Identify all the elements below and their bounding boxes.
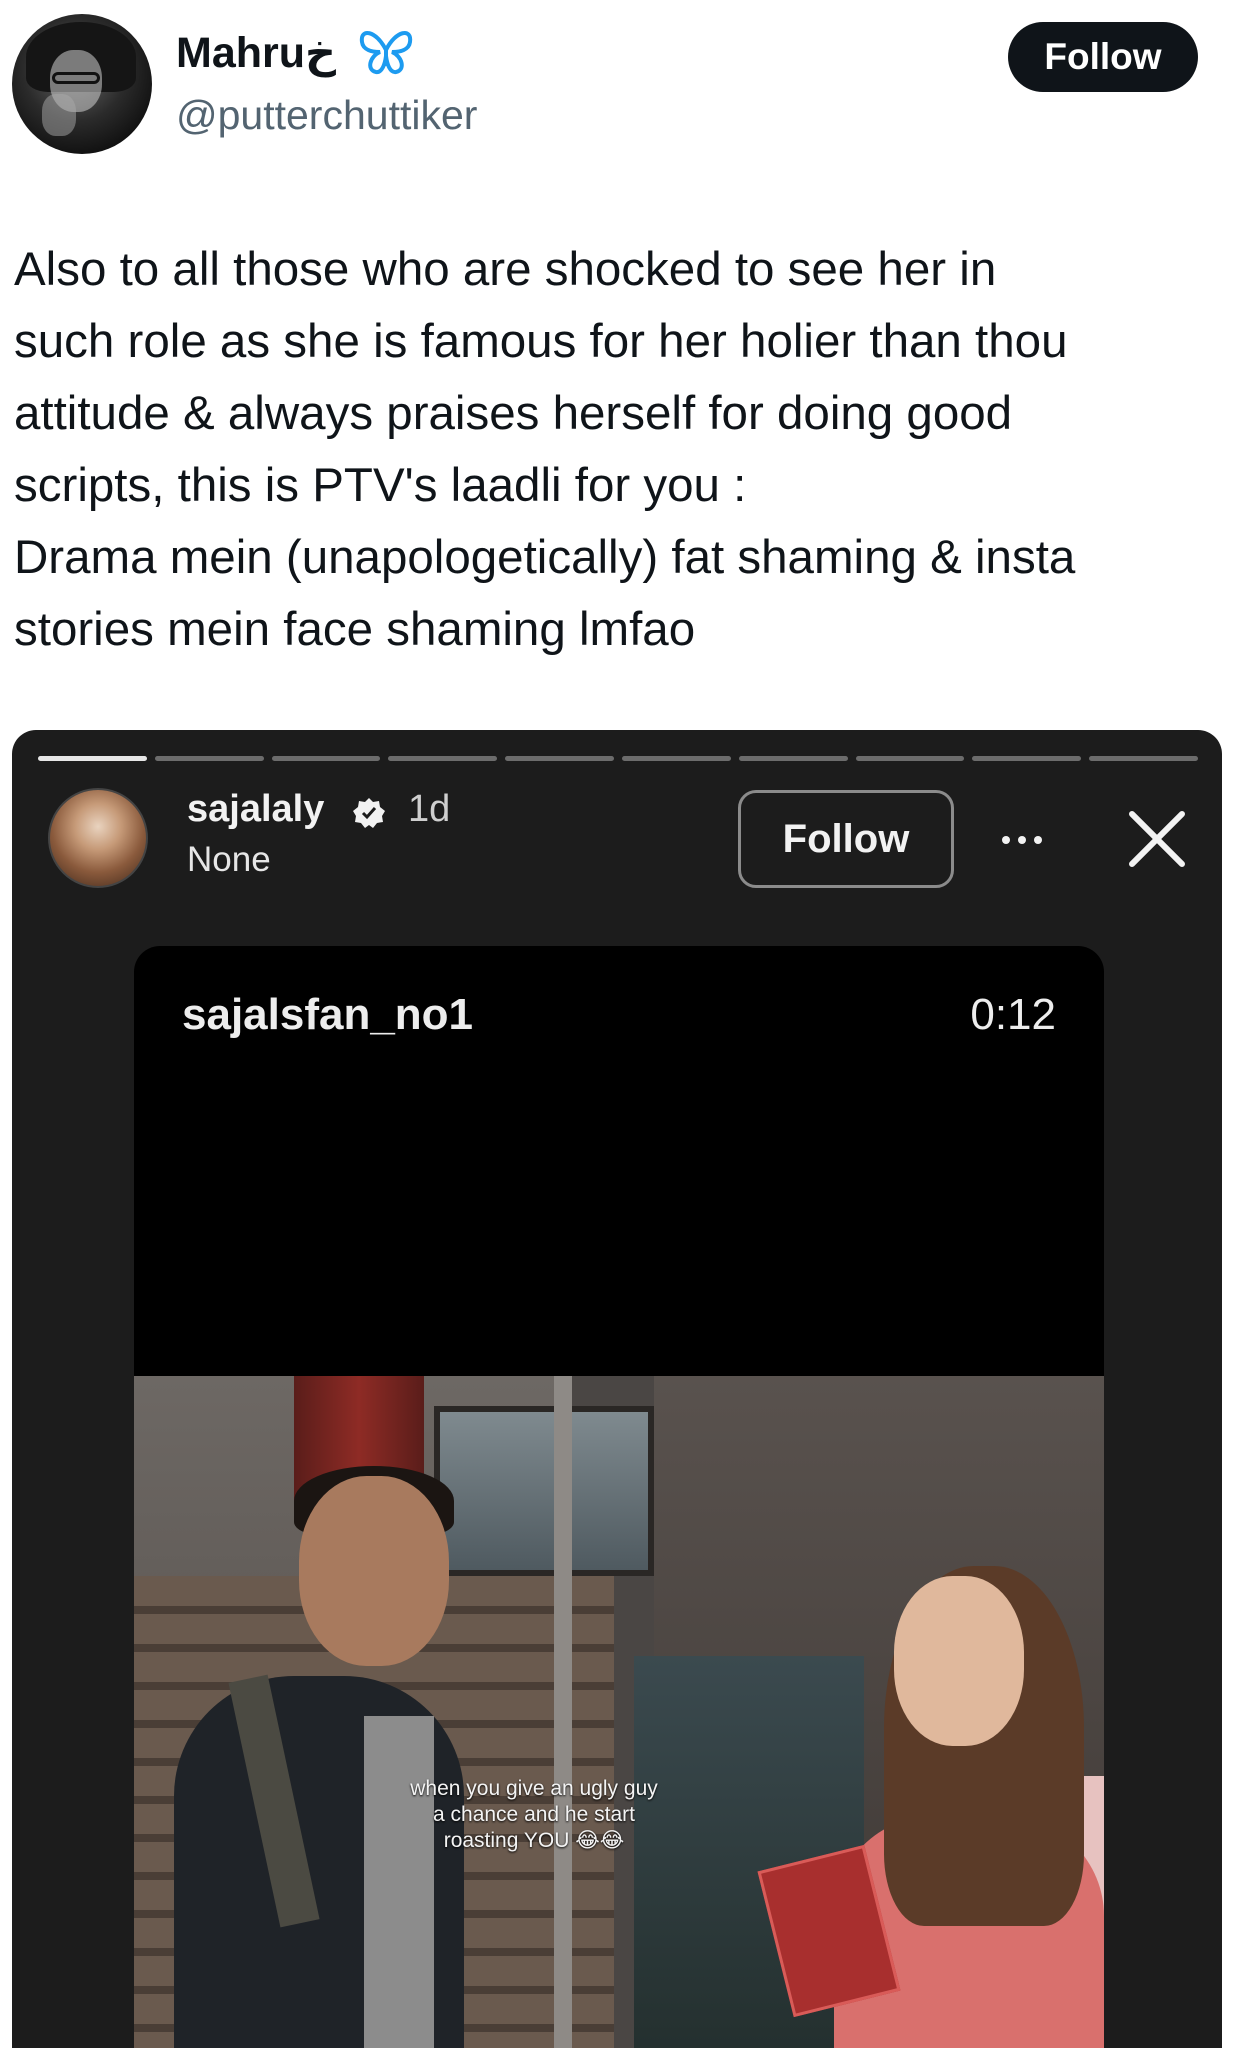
- reel-video[interactable]: sajalsfan_no1 0:12 when you give an ugly…: [134, 946, 1104, 2048]
- story-progress-segment: [621, 756, 731, 761]
- author-display-name[interactable]: Mahruخ: [176, 28, 336, 78]
- story-avatar[interactable]: [48, 788, 148, 888]
- more-dots-icon[interactable]: [1002, 820, 1062, 860]
- author-avatar[interactable]: [12, 14, 152, 154]
- tweet-text-line: Also to all those who are shocked to see…: [14, 243, 997, 296]
- tweet-text-line: Drama mein (unapologetically) fat shamin…: [14, 531, 1076, 584]
- tweet-text-line: such role as she is famous for her holie…: [14, 315, 1068, 368]
- story-follow-button[interactable]: Follow: [738, 790, 954, 888]
- video-frame: when you give an ugly guy a chance and h…: [134, 1376, 1104, 2048]
- tweet-text-line: attitude & always praises herself for do…: [14, 387, 1013, 440]
- story-username[interactable]: sajalaly: [187, 788, 324, 831]
- story-progress-bar: [38, 756, 1198, 762]
- reel-username: sajalsfan_no1: [182, 990, 474, 1039]
- close-icon[interactable]: [1122, 804, 1192, 874]
- caption-line: a chance and he start: [433, 1803, 635, 1826]
- reel-timer: 0:12: [970, 990, 1056, 1039]
- story-progress-segment: [38, 756, 147, 761]
- caption-line: roasting YOU 😂😂: [443, 1829, 625, 1852]
- story-progress-segment: [271, 756, 381, 761]
- story-timestamp: 1d: [408, 788, 451, 830]
- tweet-text-line: stories mein face shaming lmfao: [14, 603, 696, 656]
- story-progress-segment: [505, 756, 614, 761]
- story-subtitle: None: [187, 840, 271, 879]
- verified-badge-icon: [353, 798, 385, 828]
- story-progress-segment: [388, 756, 498, 761]
- tweet-text: Also to all those who are shocked to see…: [14, 234, 1224, 666]
- follow-button[interactable]: Follow: [1008, 22, 1198, 92]
- caption-line: when you give an ugly guy: [410, 1777, 658, 1800]
- story-progress-segment: [738, 756, 848, 761]
- video-caption: when you give an ugly guy a chance and h…: [384, 1776, 684, 1854]
- story-progress-segment: [972, 756, 1082, 761]
- author-handle[interactable]: @putterchuttiker: [176, 92, 477, 139]
- story-progress-segment: [855, 756, 965, 761]
- story-image[interactable]: sajalaly 1d None Follow sajalsfan_no1 0:…: [12, 730, 1222, 2048]
- tweet-text-line: scripts, this is PTV's laadli for you :: [14, 459, 747, 512]
- story-progress-segment: [154, 756, 264, 761]
- story-progress-segment: [1089, 756, 1198, 761]
- butterfly-icon: [359, 31, 413, 75]
